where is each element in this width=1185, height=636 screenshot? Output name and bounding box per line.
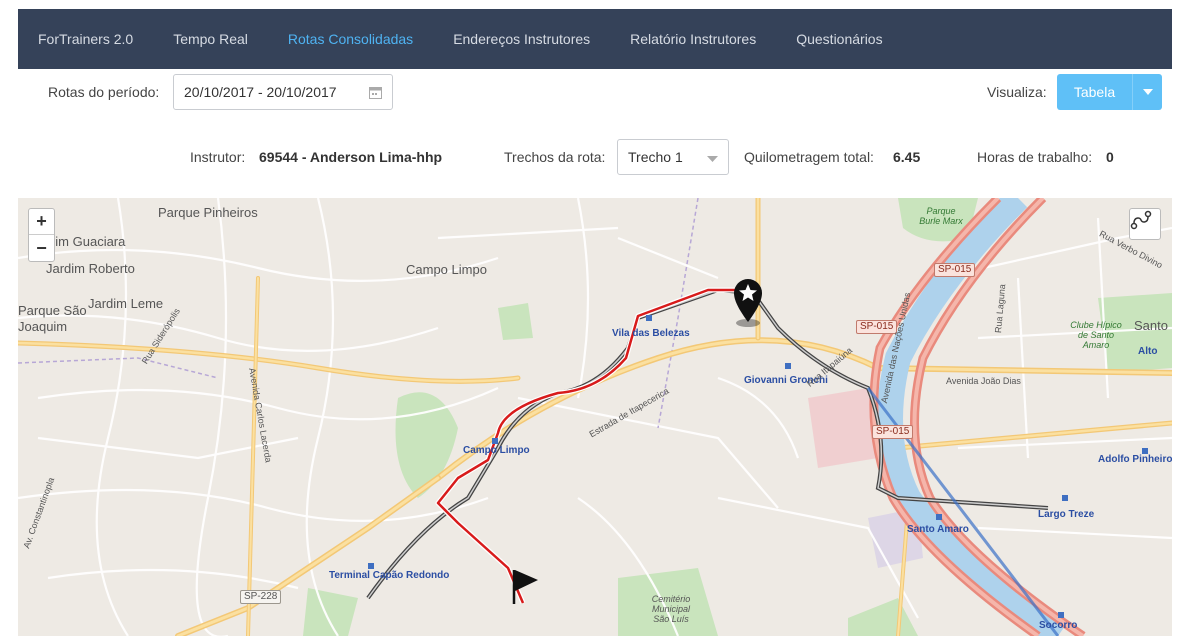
shield-sp015-a: SP-015 — [934, 263, 976, 277]
segments-label: Trechos da rota: — [504, 149, 606, 165]
route-toggle-button[interactable] — [1129, 208, 1161, 240]
date-range-value: 20/10/2017 - 20/10/2017 — [184, 84, 337, 100]
nav-item-relatorio-instrutores[interactable]: Relatório Instrutores — [630, 31, 756, 47]
shield-sp015-c: SP-015 — [872, 425, 914, 439]
label-station-socorro: Socorro — [1039, 620, 1078, 631]
label-campo-limpo: Campo Limpo — [406, 262, 487, 277]
label-parque-burle-marx: Parque Burle Marx — [919, 206, 963, 226]
map-canvas — [18, 198, 1172, 636]
end-flag-icon — [512, 570, 538, 604]
route-info-bar: Instrutor: 69544 - Anderson Lima-hhp Tre… — [0, 139, 1185, 175]
label-station-vila-das-belezas: Vila das Belezas — [612, 328, 690, 339]
hours-label: Horas de trabalho: — [977, 149, 1093, 165]
label-clube-hipico: Clube Hípico de Santo Amaro — [1070, 320, 1122, 350]
label-station-adolfo-pinheiro: Adolfo Pinheiro — [1098, 454, 1172, 465]
zoom-control: + − — [28, 208, 55, 262]
route-map[interactable]: Parque Pinheiros Jardim Guaciara Jardim … — [18, 198, 1172, 636]
label-street-avenida-joao-dias: Avenida João Dias — [946, 376, 1021, 386]
period-label: Rotas do período: — [48, 84, 160, 100]
chevron-down-icon[interactable] — [1132, 74, 1162, 110]
label-station-largo-treze: Largo Treze — [1038, 509, 1095, 520]
label-station-campo-limpo: Campo Limpo — [463, 445, 530, 456]
label-station-terminal-capao-redondo: Terminal Capão Redondo — [329, 570, 450, 581]
label-santo: Santo — [1134, 318, 1168, 333]
shield-sp228: SP-228 — [240, 590, 282, 604]
commercial-area — [808, 388, 878, 468]
instructor-label: Instrutor: — [190, 149, 246, 165]
zoom-out-button[interactable]: − — [29, 235, 54, 261]
park-area — [395, 392, 458, 498]
segment-selected: Trecho 1 — [628, 149, 683, 165]
park-area — [848, 598, 918, 636]
view-mode-label[interactable]: Tabela — [1057, 74, 1132, 110]
park-area — [498, 303, 533, 340]
label-parque-sao: Parque São — [18, 303, 87, 318]
label-jardim-leme: Jardim Leme — [88, 296, 164, 311]
chevron-down-icon[interactable] — [707, 149, 718, 165]
label-parque-pinheiros: Parque Pinheiros — [158, 205, 258, 220]
hours-value: 0 — [1106, 149, 1114, 165]
nav-item-enderecos-instrutores[interactable]: Endereços Instrutores — [453, 31, 590, 47]
label-alto: Alto — [1138, 346, 1158, 357]
top-navbar: ForTrainers 2.0 Tempo Real Rotas Consoli… — [18, 9, 1172, 69]
label-jardim-roberto: Jardim Roberto — [46, 261, 135, 276]
mileage-value: 6.45 — [893, 149, 921, 165]
nav-brand[interactable]: ForTrainers 2.0 — [38, 31, 133, 47]
park-area — [303, 588, 358, 636]
label-joaquim: Joaquim — [18, 319, 68, 334]
filters-bar: Rotas do período: 20/10/2017 - 20/10/201… — [18, 74, 1172, 114]
mileage-label: Quilometragem total: — [744, 149, 874, 165]
zoom-in-button[interactable]: + — [29, 209, 54, 235]
segment-select[interactable]: Trecho 1 — [617, 139, 729, 175]
visualize-label: Visualiza: — [987, 84, 1047, 100]
nav-item-questionarios[interactable]: Questionários — [796, 31, 882, 47]
route-icon — [1130, 210, 1152, 230]
nav-item-rotas-consolidadas[interactable]: Rotas Consolidadas — [288, 31, 413, 47]
calendar-icon[interactable] — [369, 86, 382, 99]
nav-item-tempo-real[interactable]: Tempo Real — [173, 31, 248, 47]
view-mode-dropdown[interactable]: Tabela — [1057, 74, 1162, 110]
railway — [18, 357, 219, 379]
label-cemiterio: Cemitério Municipal São Luís — [651, 594, 691, 624]
instructor-value: 69544 - Anderson Lima-hhp — [259, 149, 443, 165]
label-station-santo-amaro: Santo Amaro — [907, 524, 969, 535]
shield-sp015-b: SP-015 — [856, 320, 898, 334]
date-range-input[interactable]: 20/10/2017 - 20/10/2017 — [173, 74, 393, 110]
